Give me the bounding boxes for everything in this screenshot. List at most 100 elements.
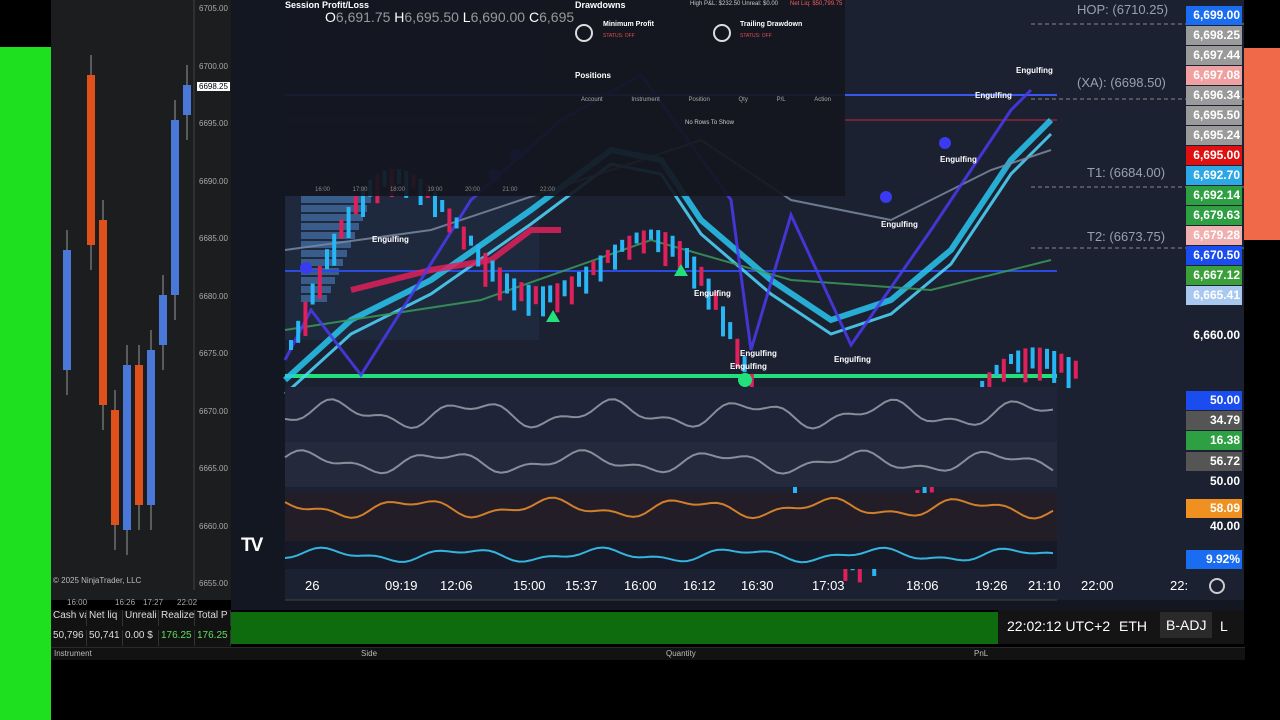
ohlc-readout: O6,691.75 H6,695.50 L6,690.00 C6,695 <box>325 9 575 25</box>
col-side[interactable]: Side <box>361 649 377 658</box>
time-label: 18:06 <box>906 578 939 593</box>
tv-candle <box>620 239 625 252</box>
level-xa: (XA): (6698.50) <box>1077 75 1166 90</box>
gear-icon[interactable] <box>1209 578 1225 594</box>
clock: 22:02:12 UTC+2 <box>1007 618 1111 634</box>
price-tick: 6655.00 <box>199 579 228 588</box>
ninjatrader-chart[interactable]: 6705.00 6700.00 6695.00 6690.00 6685.00 6680.… <box>51 0 231 607</box>
tv-candle <box>317 265 322 299</box>
tv-candle <box>310 283 315 305</box>
price-tag: 6,679.63 <box>1186 206 1242 225</box>
indicator-tag: 16.38 <box>1186 431 1242 450</box>
time-label: 12:06 <box>440 578 473 593</box>
indicator-tag: 58.09 <box>1186 499 1242 518</box>
tv-candle <box>555 283 560 313</box>
col-instrument[interactable]: Instrument <box>54 649 92 658</box>
tv-candle <box>605 249 610 263</box>
tv-candle <box>440 199 445 212</box>
tv-candle <box>353 196 358 215</box>
tv-candle <box>685 247 689 268</box>
pos-col-account: Account <box>581 97 603 103</box>
engulfing-label: Engulfing <box>730 362 767 371</box>
price-tick: 6695.00 <box>199 119 228 128</box>
col-pnl[interactable]: PnL <box>974 649 988 658</box>
account-header[interactable]: Cash va <box>51 610 87 626</box>
oscillator-panel <box>285 541 1057 569</box>
session-button[interactable]: ETH <box>1119 618 1147 634</box>
candle <box>99 220 107 405</box>
time-tick: 16:00 <box>67 598 88 607</box>
price-tick: 6675.00 <box>199 349 228 358</box>
time-label: 21:10 <box>1028 578 1061 593</box>
tv-candle <box>994 364 999 376</box>
adjust-button[interactable]: B-ADJ <box>1160 612 1213 638</box>
price-tag: 6,660.00 <box>1193 328 1240 342</box>
green-bottom-strip <box>231 612 998 644</box>
engulfing-label: Engulfing <box>940 155 977 164</box>
account-header[interactable]: Realize <box>159 610 195 626</box>
price-tag: 6,667.12 <box>1186 266 1242 285</box>
price-tag: 6,695.50 <box>1186 106 1242 125</box>
tv-candle <box>613 244 617 270</box>
mini-time-axis: 16:00 17:00 18:00 19:00 20:00 21:00 22:0… <box>315 187 555 193</box>
tv-candle <box>490 260 495 282</box>
price-tag: 6,697.44 <box>1186 46 1242 65</box>
tv-candle <box>526 284 531 316</box>
time-label: 19:26 <box>975 578 1008 593</box>
tv-candle <box>325 249 329 270</box>
mini-time: 18:00 <box>389 187 405 193</box>
candle <box>87 75 95 245</box>
time-label: 22:00 <box>1081 578 1114 593</box>
account-header[interactable]: Unreali <box>123 610 159 626</box>
candle <box>135 365 143 505</box>
high-pnl: High P&L: $232.50 <box>690 1 741 7</box>
positions-grid-header[interactable]: Instrument Side Quantity PnL <box>51 647 1245 660</box>
indicator-tag: 56.72 <box>1186 452 1242 471</box>
tv-candle <box>1045 348 1049 369</box>
volume-profile-bar <box>301 286 331 293</box>
trailing-ring-icon <box>713 24 731 42</box>
trailing-status: STATUS: OFF <box>740 33 772 39</box>
trailing-label: Trailing Drawdown <box>740 21 803 28</box>
indicator-tag: 40.00 <box>1209 519 1240 533</box>
scale-button[interactable]: L <box>1220 618 1228 634</box>
tv-candle <box>505 273 509 294</box>
ohlc-o: 6,691.75 <box>335 9 391 25</box>
tv-candle <box>483 252 488 287</box>
col-quantity[interactable]: Quantity <box>666 649 696 658</box>
price-tick: 6670.00 <box>199 406 228 416</box>
candle <box>147 350 155 505</box>
tv-candle <box>656 230 661 253</box>
time-label: 09:19 <box>385 578 418 593</box>
tv-candle <box>1009 353 1013 364</box>
tv-candle <box>469 235 473 246</box>
tv-candle <box>476 244 481 267</box>
signal-dot-icon <box>300 262 312 274</box>
unreal: Unreal: $0.00 <box>742 1 779 7</box>
current-price-label: 6698.25 <box>197 82 230 91</box>
mini-time: 19:00 <box>427 187 443 193</box>
ohlc-c: 6,695 <box>539 9 575 25</box>
tv-candle <box>699 266 704 286</box>
engulfing-label: Engulfing <box>1016 66 1053 75</box>
tv-candle <box>512 278 517 311</box>
price-tick: 6680.00 <box>199 291 228 301</box>
tv-candle <box>461 226 466 250</box>
tv-candle <box>1073 360 1078 379</box>
status-bar: 22:02:12 UTC+2 ETH B-ADJ L <box>998 610 1244 644</box>
price-tag: 6,696.34 <box>1186 86 1242 105</box>
tv-candle <box>303 301 308 336</box>
time-label: 26 <box>305 578 320 593</box>
level-t2: T2: (6673.75) <box>1087 229 1166 244</box>
price-tick: 6705.00 <box>199 4 228 13</box>
green-side-bar <box>0 47 51 720</box>
no-rows-text: No Rows To Show <box>685 120 734 126</box>
account-header[interactable]: Total P <box>195 610 231 626</box>
orange-side-bar <box>1244 48 1280 240</box>
candle <box>171 120 179 295</box>
pos-col-action: Action <box>814 97 831 103</box>
level-t1: T1: (6684.00) <box>1087 165 1166 180</box>
tv-candle <box>1016 350 1021 373</box>
account-header[interactable]: Net liq <box>87 610 123 626</box>
price-tag: 6,679.28 <box>1186 226 1242 245</box>
